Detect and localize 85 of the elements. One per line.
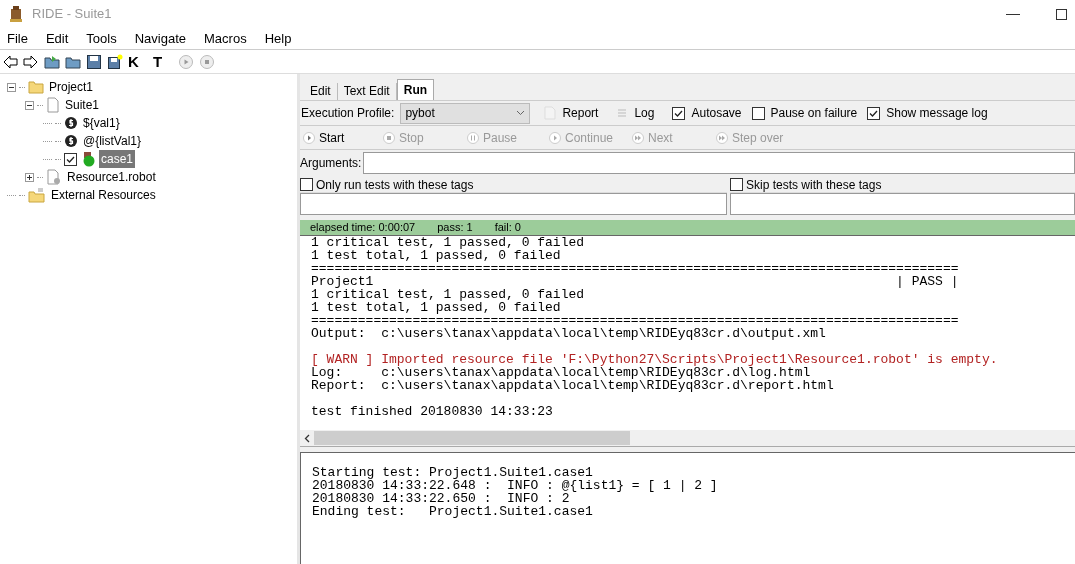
scroll-left-icon[interactable] bbox=[304, 433, 310, 443]
log-line: 20180830 14:33:22.650 : INFO : 2 bbox=[312, 492, 570, 505]
back-arrow-icon[interactable] bbox=[2, 53, 18, 70]
status-bar: elapsed time: 0:00:07 pass: 1 fail: 0 bbox=[300, 220, 1075, 236]
output-line: 1 test total, 1 passed, 0 failed bbox=[311, 301, 562, 314]
tags-field[interactable] bbox=[300, 193, 727, 215]
tag-filter-label: Skip tests with these tags bbox=[746, 176, 882, 194]
output-line: Report: c:\users\tanax\appdata\local\temp\RIDEyq83cr.d\report.html bbox=[311, 379, 835, 392]
file-icon bbox=[46, 97, 60, 113]
search-keyword-button[interactable]: T bbox=[153, 54, 173, 69]
checkbox[interactable] bbox=[867, 106, 881, 120]
fast-forward-icon bbox=[632, 131, 644, 144]
output-line: =================================================================================== bbox=[311, 314, 960, 327]
window-title: RIDE - Suite1 bbox=[32, 5, 112, 24]
tags-field[interactable] bbox=[730, 193, 1075, 215]
report-button[interactable]: Report bbox=[562, 104, 599, 122]
tab[interactable]: Edit bbox=[304, 83, 338, 100]
collapse-icon[interactable] bbox=[7, 82, 16, 92]
arguments-label: Arguments: bbox=[300, 155, 362, 172]
profile-value: pybot bbox=[405, 105, 435, 122]
menu-item[interactable]: Navigate bbox=[131, 28, 190, 49]
search-keyword-button[interactable]: K bbox=[128, 54, 148, 69]
menu-item[interactable]: Macros bbox=[201, 28, 250, 49]
menu-item[interactable]: Help bbox=[261, 28, 295, 49]
checkbox[interactable] bbox=[672, 106, 686, 120]
collapse-icon[interactable] bbox=[25, 100, 34, 110]
tag-filter-label: Only run tests with these tags bbox=[316, 176, 474, 194]
expand-icon[interactable] bbox=[25, 172, 34, 182]
output-line: 1 test total, 1 passed, 0 failed bbox=[311, 249, 562, 262]
lines-icon bbox=[616, 106, 629, 120]
checkbox[interactable] bbox=[751, 106, 765, 120]
pause-icon bbox=[467, 131, 479, 144]
tree-item[interactable]: case1 bbox=[99, 150, 136, 168]
log-line: Starting test: Project1.Suite1.case1 bbox=[312, 466, 594, 479]
option-label: Pause on failure bbox=[770, 105, 858, 122]
scrollbar-thumb[interactable] bbox=[314, 431, 630, 445]
tree-item[interactable]: Project1 bbox=[47, 78, 96, 96]
play-icon bbox=[303, 131, 315, 144]
output-line: Log: c:\users\tanax\appdata\local\temp\RIDEyq83cr.d\log.html bbox=[311, 366, 811, 379]
profile-label: Execution Profile: bbox=[301, 105, 395, 122]
output-line: Project1 | PASS | bbox=[311, 275, 960, 288]
output-line: =================================================================================== bbox=[311, 262, 960, 275]
maximize-button[interactable] bbox=[1056, 8, 1067, 20]
profile-dropdown[interactable]: pybot bbox=[400, 102, 531, 124]
app-logo-icon bbox=[8, 5, 24, 23]
save-icon[interactable] bbox=[86, 53, 102, 70]
folder-icon bbox=[28, 187, 46, 203]
checkbox[interactable] bbox=[300, 178, 313, 191]
stop-icon bbox=[383, 131, 395, 144]
folder-icon[interactable] bbox=[44, 53, 60, 70]
output-line: Output: c:\users\tanax\appdata\local\temp\RIDEyq83cr.d\output.xml bbox=[311, 327, 827, 340]
forward-arrow-icon[interactable] bbox=[23, 53, 39, 70]
dollar-icon bbox=[64, 133, 78, 149]
save-icon[interactable] bbox=[107, 53, 123, 70]
warning-line: [ WARN ] Imported resource file 'F:\Python27\Scripts\Project1\Resource1.robot' is empty. bbox=[311, 353, 999, 366]
option-label: Autosave bbox=[691, 105, 742, 122]
resource-file-icon bbox=[46, 169, 62, 185]
fast-forward-icon bbox=[716, 131, 728, 144]
tab[interactable]: Text Edit bbox=[337, 83, 397, 100]
folder-icon bbox=[28, 79, 44, 95]
tree-item[interactable]: Resource1.robot bbox=[65, 168, 158, 186]
chevron-down-icon bbox=[516, 110, 526, 116]
output-line: test finished 20180830 14:33:23 bbox=[311, 405, 554, 418]
stop-icon[interactable] bbox=[199, 53, 215, 70]
menu-item[interactable]: File bbox=[4, 28, 31, 49]
play-icon bbox=[549, 131, 561, 144]
menu-item[interactable]: Tools bbox=[83, 28, 120, 49]
tree-item[interactable]: @{listVal1} bbox=[81, 132, 143, 150]
minimize-button[interactable] bbox=[1006, 13, 1020, 15]
dollar-icon bbox=[64, 115, 78, 131]
checkbox[interactable] bbox=[64, 152, 77, 166]
output-line: 1 critical test, 1 passed, 0 failed bbox=[311, 236, 586, 249]
log-line: 20180830 14:33:22.648 : INFO : @{list1} = [ 1 | 2 ] bbox=[312, 479, 719, 492]
tree-item[interactable]: ${val1} bbox=[81, 114, 122, 132]
play-button[interactable]: Start bbox=[303, 128, 381, 147]
tree-item[interactable]: External Resources bbox=[49, 186, 158, 204]
log-line: Ending test: Project1.Suite1.case1 bbox=[312, 505, 594, 518]
output-line: 1 critical test, 1 passed, 0 failed bbox=[311, 288, 586, 301]
log-button[interactable]: Log bbox=[634, 104, 655, 122]
tab[interactable]: Run bbox=[396, 79, 435, 100]
arguments-field[interactable] bbox=[363, 152, 1075, 174]
tree-item[interactable]: Suite1 bbox=[63, 96, 102, 114]
menu-item[interactable]: Edit bbox=[42, 28, 72, 49]
option-label: Show message log bbox=[886, 105, 988, 122]
checkbox[interactable] bbox=[730, 178, 743, 191]
